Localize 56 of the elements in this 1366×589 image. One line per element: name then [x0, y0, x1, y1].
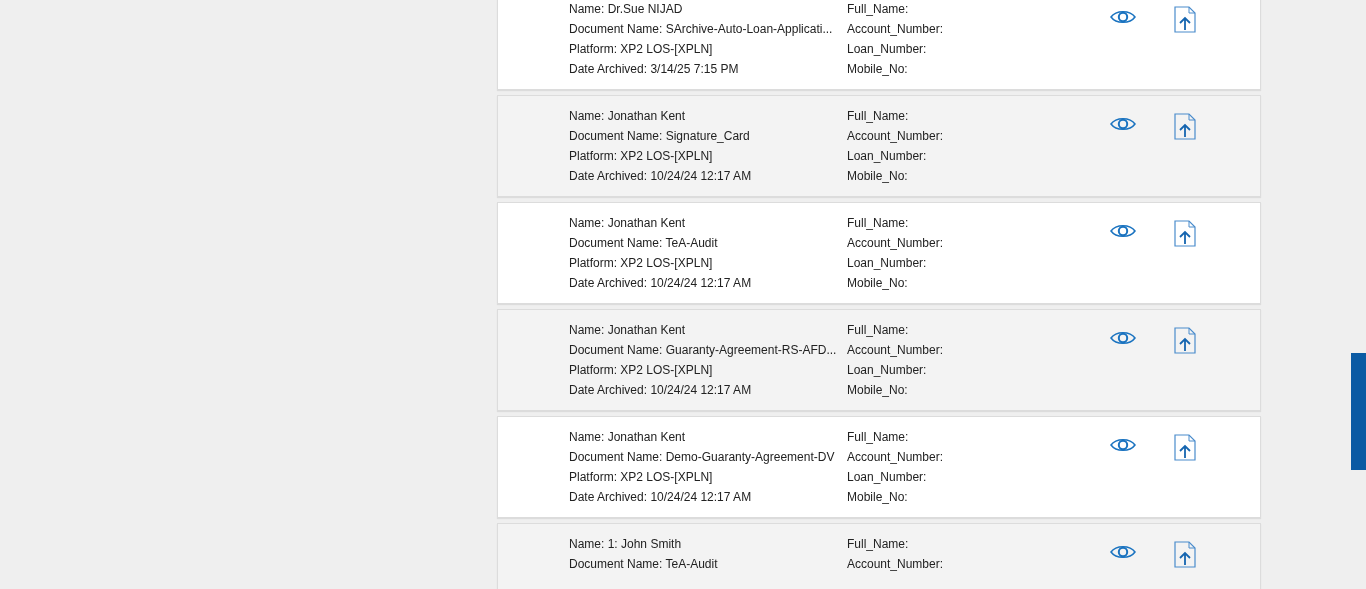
- attribute-label: Full_Name:: [847, 108, 909, 125]
- attribute-label: Loan_Number:: [847, 469, 927, 486]
- attribute-label: Mobile_No:: [847, 382, 908, 399]
- attribute-label: Account_Number:: [847, 449, 944, 466]
- attribute-label: Mobile_No:: [847, 489, 908, 506]
- detail-text: Platform: XP2 LOS-[XPLN]: [569, 148, 713, 165]
- detail-text: Name: Jonathan Kent: [569, 215, 686, 232]
- detail-text: Name: Jonathan Kent: [569, 429, 686, 446]
- attribute-label: Loan_Number:: [847, 362, 927, 379]
- attribute-label: Mobile_No:: [847, 168, 908, 185]
- detail-text: Document Name: Demo-Guaranty-Agreement-DV: [569, 449, 835, 466]
- attribute-label: Mobile_No:: [847, 275, 908, 292]
- view-icon[interactable]: [1110, 116, 1136, 132]
- view-icon[interactable]: [1110, 544, 1136, 560]
- attribute-label: Account_Number:: [847, 556, 944, 573]
- detail-text: Date Archived: 10/24/24 12:17 AM: [569, 489, 752, 506]
- upload-document-icon[interactable]: [1174, 113, 1196, 140]
- attribute-label: Mobile_No:: [847, 61, 908, 78]
- upload-document-icon[interactable]: [1174, 220, 1196, 247]
- attribute-label: Account_Number:: [847, 235, 944, 252]
- detail-text: Date Archived: 10/24/24 12:17 AM: [569, 382, 752, 399]
- detail-text: Name: Jonathan Kent: [569, 322, 686, 339]
- upload-document-icon[interactable]: [1174, 6, 1196, 33]
- upload-document-icon[interactable]: [1174, 541, 1196, 568]
- detail-text: Platform: XP2 LOS-[XPLN]: [569, 469, 713, 486]
- detail-text: Document Name: Guaranty-Agreement-RS-AFD...: [569, 342, 837, 359]
- attribute-label: Account_Number:: [847, 21, 944, 38]
- view-icon[interactable]: [1110, 437, 1136, 453]
- attribute-label: Account_Number:: [847, 342, 944, 359]
- attribute-label: Account_Number:: [847, 128, 944, 145]
- attribute-label: Loan_Number:: [847, 255, 927, 272]
- detail-text: Document Name: SArchive-Auto-Loan-Applicati...: [569, 21, 833, 38]
- attribute-label: Loan_Number:: [847, 148, 927, 165]
- detail-text: Platform: XP2 LOS-[XPLN]: [569, 41, 713, 58]
- attribute-label: Full_Name:: [847, 1, 909, 18]
- view-icon[interactable]: [1110, 330, 1136, 346]
- attribute-label: Full_Name:: [847, 215, 909, 232]
- attribute-label: Full_Name:: [847, 429, 909, 446]
- detail-text: Date Archived: 10/24/24 12:17 AM: [569, 168, 752, 185]
- detail-text: Date Archived: 10/24/24 12:17 AM: [569, 275, 752, 292]
- attribute-label: Loan_Number:: [847, 41, 927, 58]
- view-icon[interactable]: [1110, 223, 1136, 239]
- upload-document-icon[interactable]: [1174, 327, 1196, 354]
- view-icon[interactable]: [1110, 9, 1136, 25]
- detail-text: Name: Jonathan Kent: [569, 108, 686, 125]
- detail-text: Platform: XP2 LOS-[XPLN]: [569, 362, 713, 379]
- upload-document-icon[interactable]: [1174, 434, 1196, 461]
- detail-text: Document Name: TeA-Audit: [569, 556, 718, 573]
- attribute-label: Full_Name:: [847, 536, 909, 553]
- detail-text: Platform: XP2 LOS-[XPLN]: [569, 255, 713, 272]
- detail-text: Document Name: TeA-Audit: [569, 235, 718, 252]
- detail-text: Name: 1: John Smith: [569, 536, 682, 553]
- detail-text: Name: Dr.Sue NIJAD: [569, 1, 683, 18]
- attribute-label: Full_Name:: [847, 322, 909, 339]
- detail-text: Date Archived: 3/14/25 7:15 PM: [569, 61, 739, 78]
- detail-text: Document Name: Signature_Card: [569, 128, 750, 145]
